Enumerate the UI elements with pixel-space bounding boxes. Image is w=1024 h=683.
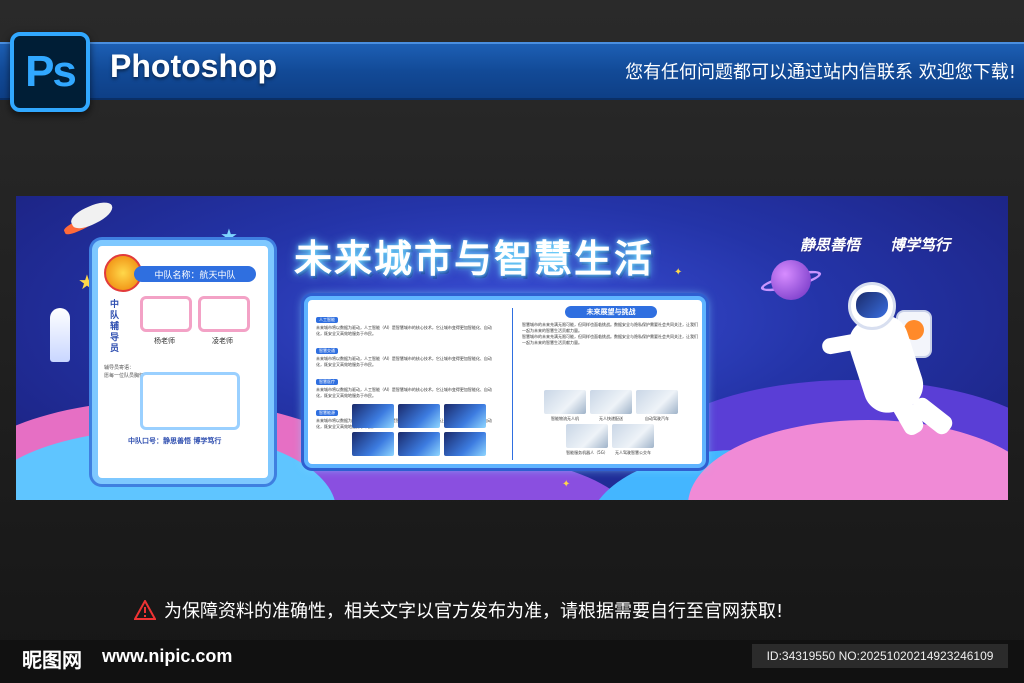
city-image xyxy=(444,432,486,456)
tech-image xyxy=(544,390,586,414)
poster-preview: ★ ★ ★ ★ ★ ★ ✦ ✦ 未来城市与智慧生活 静思善悟 博学笃行 中队名称… xyxy=(16,196,1008,500)
disclaimer: 为保障资料的准确性，相关文字以官方发布为准，请根据需要自行至官网获取! xyxy=(134,597,783,623)
content-panel: 人工智能 未来城市将以数据为驱动，人工智能（AI）是智慧城市的核心技术，它让城市… xyxy=(304,296,706,468)
tech-image xyxy=(636,390,678,414)
star-icon: ✦ xyxy=(674,267,683,278)
caption-row: 智能服务机器人（5G） 无人驾驶智慧公交车 xyxy=(566,450,654,456)
squad-motto: 中队口号：静思善悟 博学笃行 xyxy=(128,437,222,445)
disclaimer-text: 为保障资料的准确性，相关文字以官方发布为准，请根据需要自行至官网获取! xyxy=(164,601,784,622)
section-tag: 人工智能 xyxy=(316,317,338,323)
teacher-photo-frame xyxy=(140,296,192,332)
astronaut-visor xyxy=(856,292,888,318)
column-divider xyxy=(512,308,513,460)
squad-photo-frame xyxy=(140,372,240,430)
contact-notice: 您有任何问题都可以通过站内信联系 欢迎您下载! xyxy=(625,62,1016,83)
slogan-right: 博学笃行 xyxy=(890,236,951,254)
site-url-link[interactable]: www.nipic.com xyxy=(102,646,232,667)
teacher-name: 杨老师 xyxy=(154,337,175,345)
slogan-left: 静思善悟 xyxy=(800,236,861,254)
section-tag: 智慧医疗 xyxy=(316,379,338,385)
caption-row: 智能物流无人机 无人快递配送 自动驾驶汽车 xyxy=(544,416,678,422)
image-id: ID:34319550 NO:20251020214923246109 xyxy=(752,644,1008,668)
city-image xyxy=(398,432,440,456)
teacher-photo-frame xyxy=(198,296,250,332)
teacher-name: 凌老师 xyxy=(212,337,233,345)
city-image xyxy=(352,404,394,428)
tech-image xyxy=(612,424,654,448)
squad-name: 中队名称：航天中队 xyxy=(134,266,256,282)
image-caption: 智能物流无人机 xyxy=(551,416,579,421)
section-text: 未来城市将以数据为驱动，人工智能（AI）是智慧城市的核心技术，它让城市变得更加智… xyxy=(316,325,492,336)
outlook-heading: 未来展望与挑战 xyxy=(565,306,657,318)
city-image xyxy=(444,404,486,428)
ringed-planet-icon xyxy=(771,260,811,300)
image-caption: 无人快递配送 xyxy=(599,416,623,421)
app-title: Photoshop xyxy=(110,48,278,84)
image-caption: 自动驾驶汽车 xyxy=(645,416,669,421)
star-icon: ✦ xyxy=(562,479,571,490)
city-image xyxy=(352,432,394,456)
section-text: 未来城市将以数据为驱动，人工智能（AI）是智慧城市的核心技术，它让城市变得更加智… xyxy=(316,356,492,367)
image-row xyxy=(566,424,654,448)
outlook-text: 智慧城市的未来充满无限可能，但同样也面临挑战。数据安全与隐私保护需要社会共同关注… xyxy=(522,322,698,333)
space-shuttle-icon xyxy=(50,308,70,362)
image-caption: 智能服务机器人（5G） xyxy=(566,450,608,455)
site-brand: 昵图网 xyxy=(22,648,82,672)
image-row xyxy=(544,390,678,414)
section-text: 未来城市将以数据为驱动，人工智能（AI）是智慧城市的核心技术，它让城市变得更加智… xyxy=(316,387,492,398)
section-tag: 智慧能源 xyxy=(316,410,338,416)
advisor-label: 中队辅导员 xyxy=(110,300,120,354)
squad-panel: 中队名称：航天中队 中队辅导员 杨老师 凌老师 辅导员寄语： 愿每一位队员胸怀梦… xyxy=(92,240,274,484)
photoshop-app-icon: Ps xyxy=(10,32,90,112)
image-row xyxy=(352,404,486,428)
tech-image xyxy=(566,424,608,448)
outlook-text: 智慧城市的未来充满无限可能，但同样也面临挑战。数据安全与隐私保护需要社会共同关注… xyxy=(522,334,698,345)
image-row xyxy=(352,432,486,456)
image-caption: 无人驾驶智慧公交车 xyxy=(615,450,651,455)
city-image xyxy=(398,404,440,428)
content-right-column: 未来展望与挑战 智慧城市的未来充满无限可能，但同样也面临挑战。数据安全与隐私保护… xyxy=(522,306,700,346)
warning-icon xyxy=(134,600,156,620)
section-tag: 智慧交通 xyxy=(316,348,338,354)
poster-title: 未来城市与智慧生活 xyxy=(294,237,655,281)
tech-image xyxy=(590,390,632,414)
rocket-icon xyxy=(68,197,116,233)
advisor-message-label: 辅导员寄语： xyxy=(104,365,135,371)
